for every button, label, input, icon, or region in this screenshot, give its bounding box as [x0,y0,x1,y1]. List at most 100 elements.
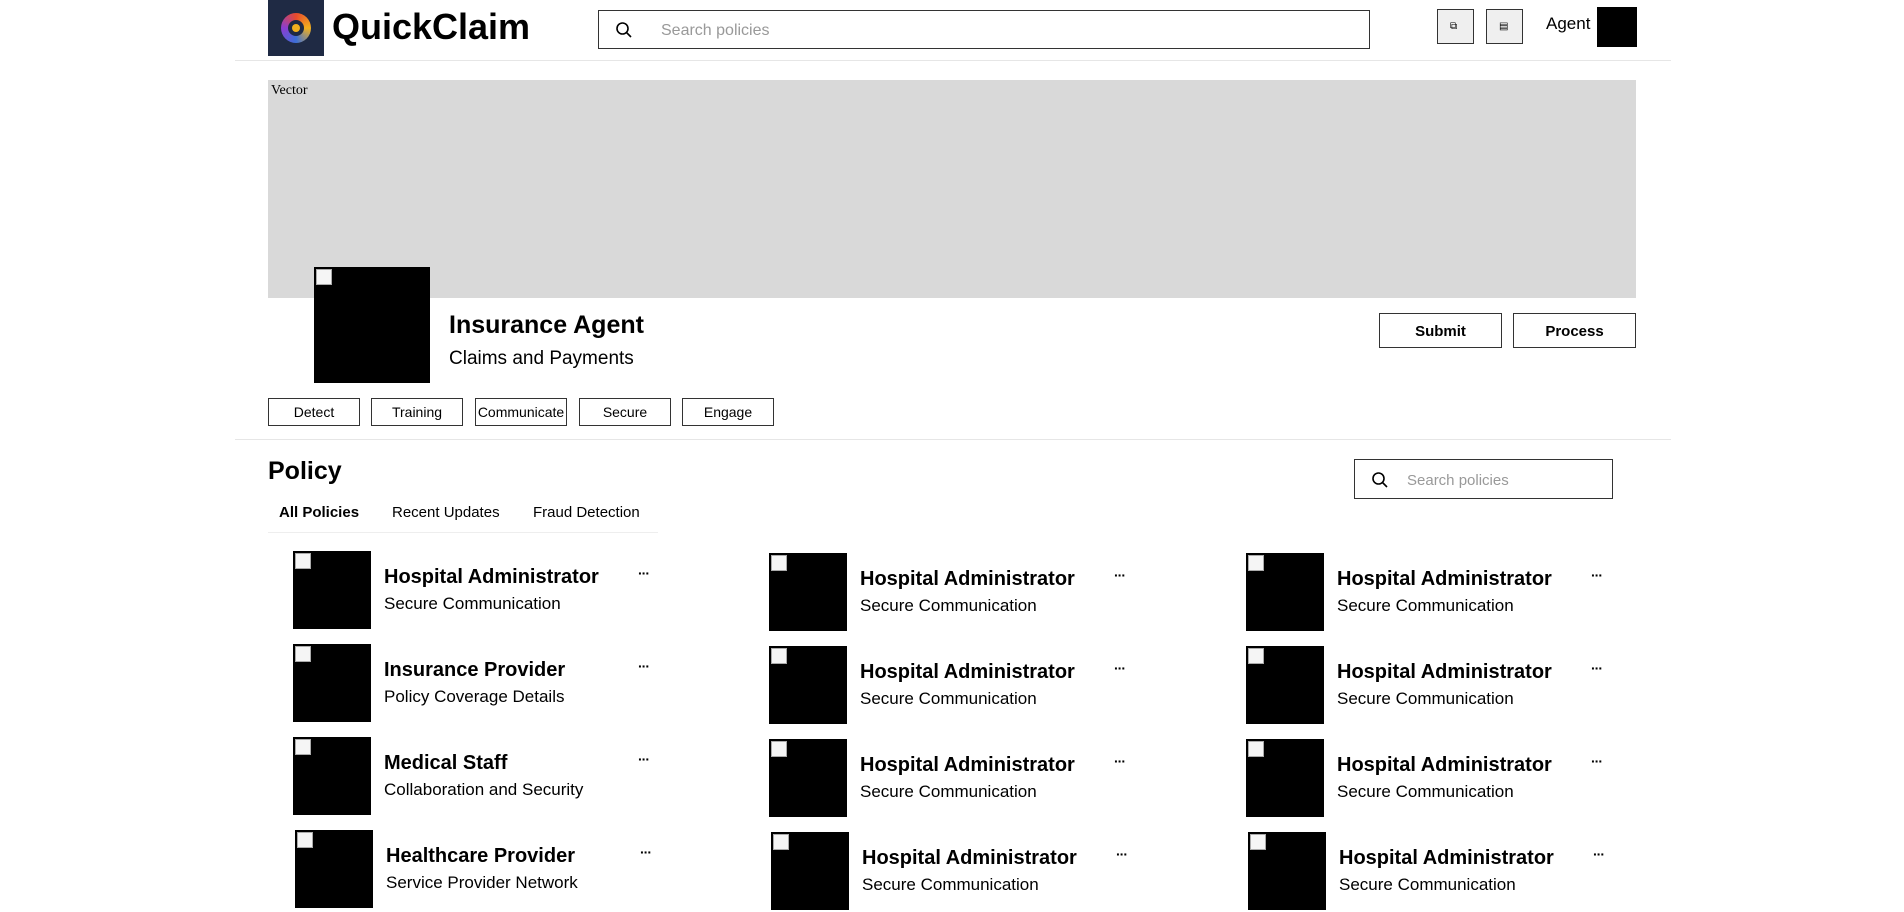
broken-image-icon [295,553,311,569]
profile-picture [314,267,430,383]
brand-name: QuickClaim [332,6,531,47]
tag-detect[interactable]: Detect [268,398,360,426]
list-item[interactable]: Hospital Administrator Secure Communicat… [769,553,1149,633]
list-item[interactable]: Insurance Provider Policy Coverage Detai… [293,644,673,724]
list-item[interactable]: Healthcare Provider Service Provider Net… [295,830,675,910]
policy-search-input[interactable] [1405,460,1609,500]
tag-training[interactable]: Training [371,398,463,426]
top-header: QuickClaim ⧉ ▤ Agent [235,0,1671,61]
agent-label: Agent [1546,14,1591,33]
item-subtitle: Secure Communication [862,875,1039,894]
broken-image-icon [1248,741,1264,757]
item-subtitle: Secure Communication [1339,875,1516,894]
broken-image-icon [295,739,311,755]
more-options-icon[interactable]: ··· [638,751,650,767]
tab-fraud-detection[interactable]: Fraud Detection [533,504,640,521]
tab-all-policies[interactable]: All Policies [279,504,359,521]
thumbnail [1248,832,1326,910]
more-options-icon[interactable]: ··· [1591,660,1603,676]
list-item[interactable]: Hospital Administrator Secure Communicat… [771,832,1151,912]
tag-communicate[interactable]: Communicate [475,398,567,426]
list-item[interactable]: Hospital Administrator Secure Communicat… [293,551,673,631]
broken-image-icon [295,646,311,662]
broken-image-icon [297,832,313,848]
more-options-icon[interactable]: ··· [1114,567,1126,583]
item-title: Hospital Administrator [1337,661,1552,683]
broken-image-icon [771,648,787,664]
item-subtitle: Service Provider Network [386,873,578,892]
list-item[interactable]: Medical Staff Collaboration and Security… [293,737,673,817]
profile-name: Insurance Agent [449,311,644,339]
avatar[interactable] [1597,7,1637,47]
more-options-icon[interactable]: ··· [1591,753,1603,769]
item-subtitle: Secure Communication [384,594,561,613]
item-subtitle: Secure Communication [860,596,1037,615]
item-title: Hospital Administrator [1339,847,1554,869]
list-item[interactable]: Hospital Administrator Secure Communicat… [769,646,1149,726]
broken-image-icon [773,834,789,850]
list-item[interactable]: Hospital Administrator Secure Communicat… [1246,646,1626,726]
list-item[interactable]: Hospital Administrator Secure Communicat… [769,739,1149,819]
header-search-box[interactable] [598,10,1370,50]
thumbnail [1246,646,1324,724]
more-options-icon[interactable]: ··· [1114,753,1126,769]
policy-search-box[interactable] [1354,459,1613,500]
logo[interactable] [268,0,324,56]
search-icon [1372,472,1388,488]
more-options-icon[interactable]: ··· [1116,846,1128,862]
item-title: Hospital Administrator [860,568,1075,590]
more-options-icon[interactable]: ··· [1593,846,1605,862]
thumbnail [293,644,371,722]
profile-subtitle: Claims and Payments [449,348,634,369]
more-options-icon[interactable]: ··· [638,565,650,581]
thumbnail [1246,739,1324,817]
thumbnail [769,553,847,631]
thumbnail [769,739,847,817]
thumbnail [293,551,371,629]
item-subtitle: Secure Communication [1337,782,1514,801]
item-subtitle: Secure Communication [860,689,1037,708]
item-title: Healthcare Provider [386,845,575,867]
thumbnail [771,832,849,910]
broken-image-icon [1248,648,1264,664]
tag-engage[interactable]: Engage [682,398,774,426]
item-title: Hospital Administrator [1337,754,1552,776]
broken-image-icon [1248,555,1264,571]
notifications-button[interactable]: ▤ [1486,9,1523,44]
tab-recent-updates[interactable]: Recent Updates [392,504,500,521]
section-title: Policy [268,457,342,485]
thumbnail [293,737,371,815]
more-options-icon[interactable]: ··· [1591,567,1603,583]
header-search-input[interactable] [659,11,1353,50]
item-title: Hospital Administrator [1337,568,1552,590]
messages-button[interactable]: ⧉ [1437,9,1474,44]
broken-image-icon [771,741,787,757]
item-title: Hospital Administrator [384,566,599,588]
list-item[interactable]: Hospital Administrator Secure Communicat… [1246,739,1626,819]
thumbnail [1246,553,1324,631]
logo-icon [281,13,311,43]
more-options-icon[interactable]: ··· [638,658,650,674]
item-title: Insurance Provider [384,659,566,681]
broken-image-icon [1250,834,1266,850]
list-item[interactable]: Hospital Administrator Secure Communicat… [1246,553,1626,633]
list-item[interactable]: Hospital Administrator Secure Communicat… [1248,832,1628,912]
item-title: Medical Staff [384,752,508,774]
broken-image-icon [316,269,332,285]
item-subtitle: Secure Communication [1337,596,1514,615]
item-title: Hospital Administrator [860,661,1075,683]
banner-image-alt: Vector [271,83,308,98]
process-button[interactable]: Process [1513,313,1636,348]
item-title: Hospital Administrator [862,847,1077,869]
cover-banner: Vector [268,80,1636,298]
search-icon [616,22,632,38]
submit-button[interactable]: Submit [1379,313,1502,348]
more-options-icon[interactable]: ··· [1114,660,1126,676]
more-options-icon[interactable]: ··· [640,844,652,860]
chat-icon: ⧉ [1450,21,1458,32]
card-icon: ▤ [1499,21,1509,32]
thumbnail [295,830,373,908]
broken-image-icon [771,555,787,571]
tag-secure[interactable]: Secure [579,398,671,426]
item-subtitle: Secure Communication [860,782,1037,801]
